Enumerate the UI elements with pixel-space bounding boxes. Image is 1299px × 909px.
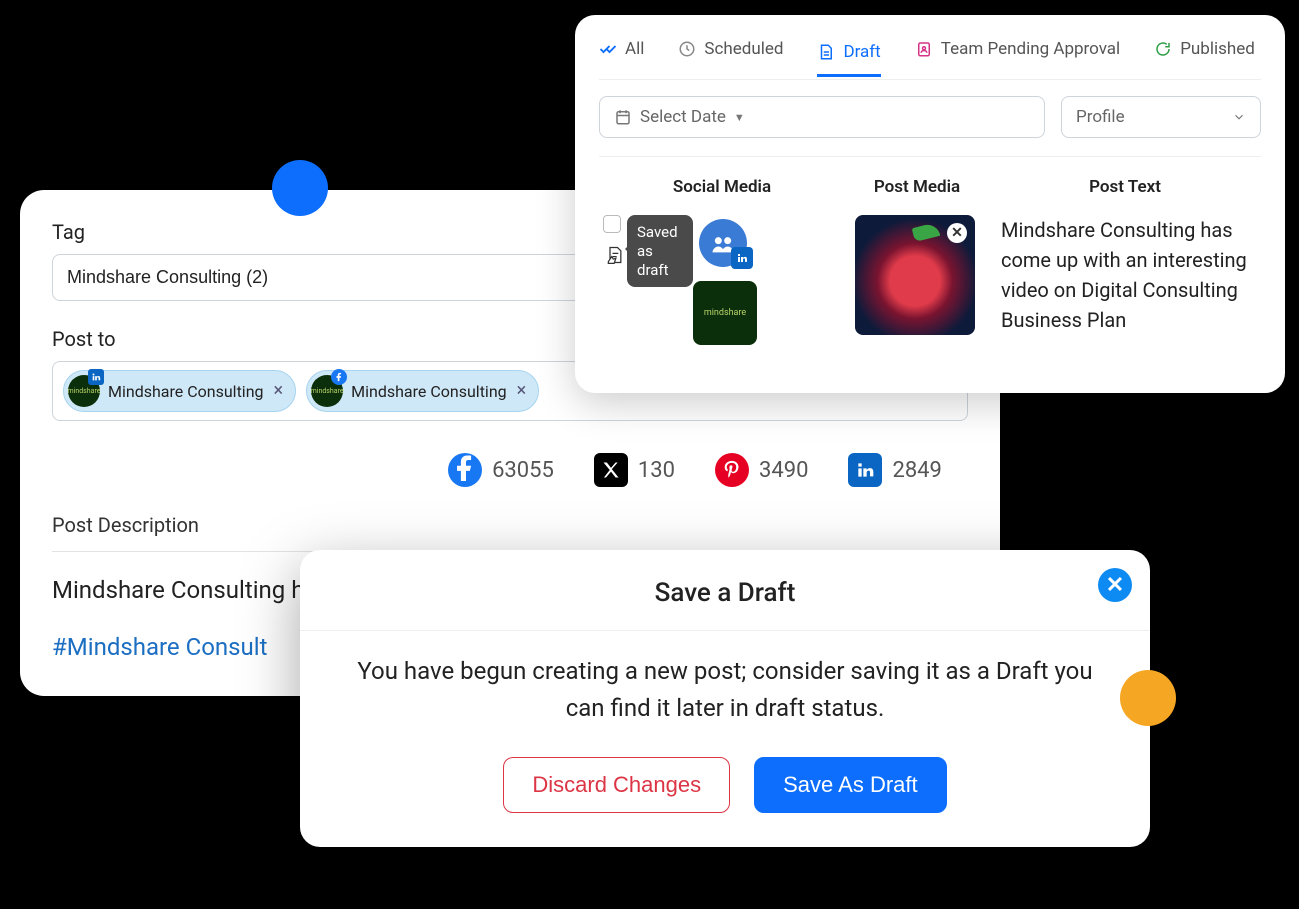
- table-row: Saved as draft mindshare ✕ Mindshare Con…: [599, 209, 1261, 365]
- date-select-label: Select Date: [640, 107, 726, 127]
- linkedin-icon: [848, 453, 882, 487]
- filter-row: Select Date ▼ Profile: [599, 96, 1261, 157]
- cell-post-text: Mindshare Consulting has come up with an…: [1001, 215, 1261, 335]
- pinterest-stat: 3490: [715, 453, 808, 487]
- date-select[interactable]: Select Date ▼: [599, 96, 1045, 138]
- close-modal-button[interactable]: ✕: [1098, 568, 1132, 602]
- cell-post-media: ✕: [835, 215, 995, 335]
- linkedin-count: 2849: [892, 458, 941, 483]
- profile-chip-facebook[interactable]: mindshare Mindshare Consulting ×: [306, 370, 539, 412]
- post-description-label: Post Description: [52, 513, 968, 537]
- clock-icon: [678, 40, 696, 58]
- drafts-list-panel: All Scheduled Draft Team Pending Approva…: [575, 15, 1285, 393]
- save-as-draft-button[interactable]: Save As Draft: [754, 757, 947, 813]
- header-social-media: Social Media: [607, 177, 837, 197]
- tab-scheduled[interactable]: Scheduled: [678, 39, 783, 65]
- status-tabs: All Scheduled Draft Team Pending Approva…: [599, 33, 1261, 80]
- facebook-badge-icon: [331, 369, 347, 385]
- remove-media-icon[interactable]: ✕: [947, 223, 967, 243]
- chip-label: Mindshare Consulting: [351, 382, 507, 401]
- chip-avatar: mindshare: [311, 375, 343, 407]
- decorative-blue-circle: [272, 160, 328, 216]
- brand-logo-thumbnail: mindshare: [693, 281, 757, 345]
- cell-social-media: Saved as draft mindshare: [599, 215, 829, 365]
- media-thumbnail[interactable]: ✕: [855, 215, 975, 335]
- saved-as-draft-tooltip: Saved as draft: [627, 215, 693, 287]
- social-group-icon: [699, 219, 747, 267]
- row-checkbox[interactable]: [603, 215, 621, 233]
- modal-title: Save a Draft: [334, 578, 1116, 608]
- facebook-icon: [448, 453, 482, 487]
- double-check-icon: [599, 40, 617, 58]
- clipboard-user-icon: [915, 40, 933, 58]
- x-icon: [594, 453, 628, 487]
- linkedin-badge-icon: [88, 369, 104, 385]
- tab-label: All: [625, 39, 644, 59]
- cursor-document-icon: [605, 245, 625, 265]
- tab-label: Team Pending Approval: [941, 39, 1120, 59]
- discard-changes-button[interactable]: Discard Changes: [503, 757, 730, 813]
- x-stat: 130: [594, 453, 675, 487]
- pinterest-count: 3490: [759, 458, 808, 483]
- tab-label: Published: [1180, 39, 1255, 59]
- tab-label: Scheduled: [704, 39, 783, 59]
- tab-label: Draft: [843, 42, 880, 62]
- header-post-media: Post Media: [837, 177, 997, 197]
- chip-label: Mindshare Consulting: [108, 382, 264, 401]
- table-headers: Social Media Post Media Post Text: [599, 157, 1261, 209]
- chip-avatar: mindshare: [68, 375, 100, 407]
- chevron-down-icon: [1232, 110, 1246, 124]
- tab-draft[interactable]: Draft: [817, 42, 880, 77]
- facebook-count: 63055: [492, 458, 554, 483]
- modal-actions: Discard Changes Save As Draft: [334, 757, 1116, 813]
- modal-body-text: You have begun creating a new post; cons…: [340, 653, 1110, 727]
- chip-remove-icon[interactable]: ×: [515, 382, 529, 400]
- linkedin-corner-icon: [731, 247, 753, 269]
- refresh-icon: [1154, 40, 1172, 58]
- tab-team-pending[interactable]: Team Pending Approval: [915, 39, 1120, 65]
- chip-remove-icon[interactable]: ×: [272, 382, 286, 400]
- pinterest-icon: [715, 453, 749, 487]
- profile-select[interactable]: Profile: [1061, 96, 1261, 138]
- calendar-icon: [614, 108, 632, 126]
- follower-stats-row: 63055 130 3490 2849: [52, 453, 968, 487]
- save-draft-modal: ✕ Save a Draft You have begun creating a…: [300, 550, 1150, 847]
- linkedin-stat: 2849: [848, 453, 941, 487]
- header-post-text: Post Text: [997, 177, 1253, 197]
- decorative-orange-circle: [1120, 670, 1176, 726]
- caret-down-icon: ▼: [734, 111, 745, 124]
- tab-all[interactable]: All: [599, 39, 644, 65]
- tab-published[interactable]: Published: [1154, 39, 1255, 65]
- profile-select-label: Profile: [1076, 107, 1125, 127]
- modal-divider: [300, 630, 1150, 631]
- facebook-stat: 63055: [448, 453, 554, 487]
- document-icon: [817, 43, 835, 61]
- profile-chip-linkedin[interactable]: mindshare Mindshare Consulting ×: [63, 370, 296, 412]
- x-count: 130: [638, 458, 675, 483]
